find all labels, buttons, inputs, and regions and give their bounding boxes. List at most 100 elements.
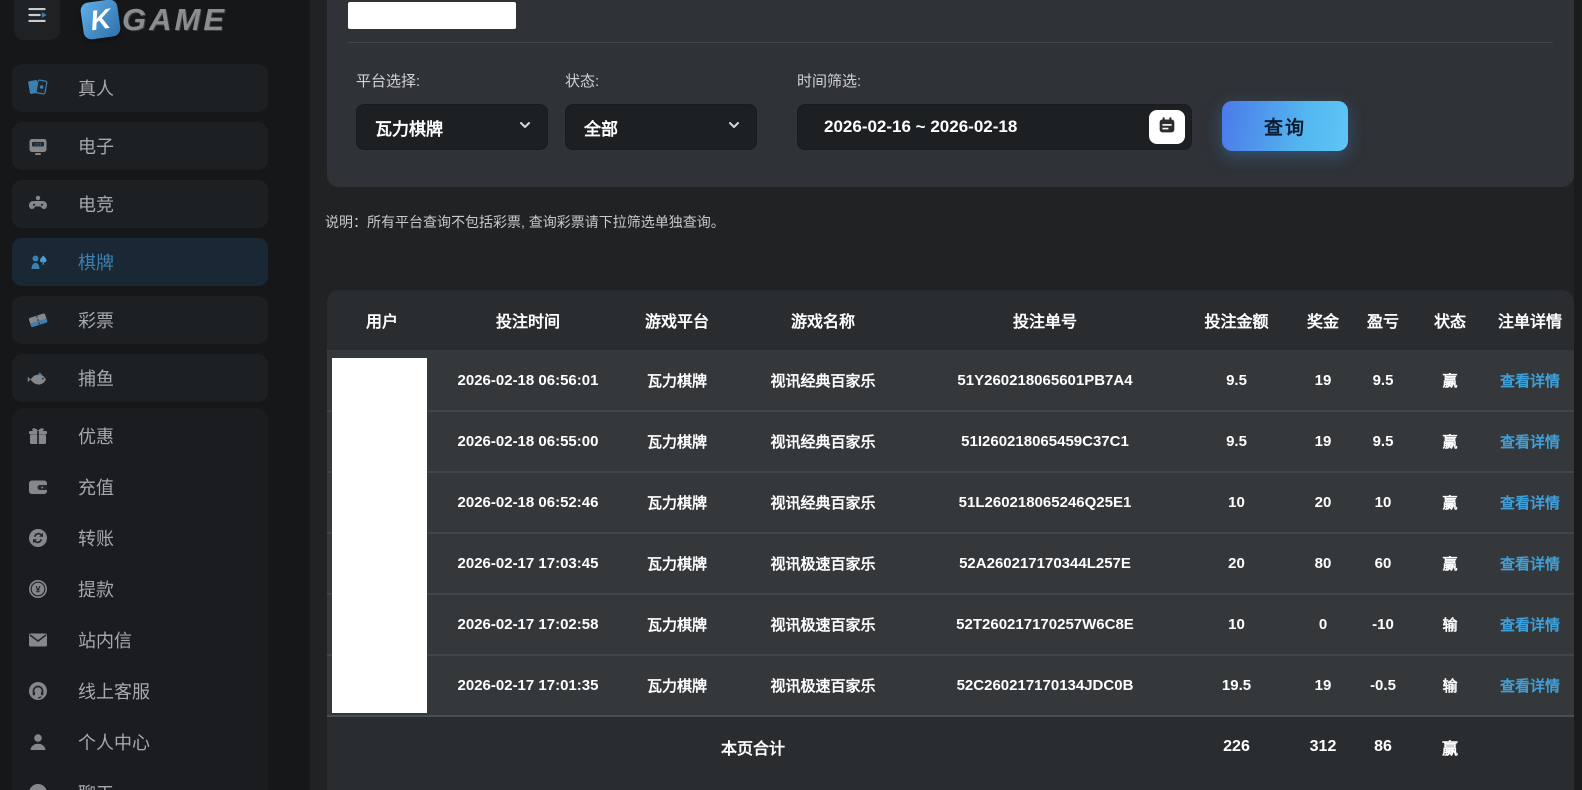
support-icon [26,679,50,703]
table-header-row: 用户 投注时间 游戏平台 游戏名称 投注单号 投注金额 奖金 盈亏 状态 注单详… [327,290,1574,350]
cell-status: 输 [1414,655,1486,716]
col-header-status: 状态 [1414,290,1486,350]
sidebar-item-label: 彩票 [78,307,114,333]
cell-bet-time: 2026-02-18 06:56:01 [437,350,619,411]
sidebar-item-label: 真人 [78,75,114,101]
sidebar-item[interactable]: 充值 [12,461,268,512]
col-header-platform: 游戏平台 [619,290,735,350]
summary-profit: 86 [1352,716,1414,776]
platform-select[interactable]: 瓦力棋牌 [356,104,548,150]
sidebar-item[interactable]: 777 电子 [12,122,268,170]
cards-icon [26,76,50,100]
col-header-user: 用户 [327,290,437,350]
menu-toggle-button[interactable] [14,0,60,40]
cell-amount: 10 [1179,594,1294,655]
sidebar-item[interactable]: 真人 [12,64,268,112]
brand-logo: K GAME [82,1,227,38]
cell-profit: -10 [1352,594,1414,655]
fish-icon [26,366,50,390]
sidebar-item-label: 电子 [78,133,114,159]
sidebar-item-label: 充值 [78,474,114,500]
hamburger-icon [24,2,50,33]
withdraw-icon: ¥ [26,577,50,601]
col-header-prize: 奖金 [1294,290,1352,350]
view-detail-link[interactable]: 查看详情 [1500,678,1560,695]
cell-game: 视讯经典百家乐 [735,472,911,533]
cell-amount: 9.5 [1179,350,1294,411]
col-header-order: 投注单号 [911,290,1179,350]
sidebar-item-label: 聊天 [78,780,114,790]
cell-bet-time: 2026-02-17 17:02:58 [437,594,619,655]
cell-game: 视讯经典百家乐 [735,411,911,472]
col-header-detail: 注单详情 [1486,290,1574,350]
cell-status: 赢 [1414,350,1486,411]
sidebar-item[interactable]: 捕鱼 [12,354,268,402]
table-row: 2026-02-18 06:55:00 瓦力棋牌 视讯经典百家乐 51I2602… [327,411,1574,472]
logo-k-tile: K [80,0,122,40]
cell-game: 视讯经典百家乐 [735,350,911,411]
cell-game: 视讯极速百家乐 [735,533,911,594]
sidebar-item[interactable]: 转账 [12,512,268,563]
calendar-picker-button[interactable] [1149,110,1185,144]
sidebar-item[interactable]: 电竞 [12,180,268,228]
sidebar-item[interactable]: 彩票 [12,296,268,344]
sidebar: K GAME 真人 777 电子 电竞 棋牌 [0,0,310,790]
transfer-icon [26,526,50,550]
sidebar-item[interactable]: 站内信 [12,614,268,665]
sidebar-item[interactable]: ¥ 提款 [12,563,268,614]
cell-amount: 9.5 [1179,411,1294,472]
time-filter-group: 时间筛选: 2026-02-16 ~ 2026-02-18 [797,70,1192,150]
sidebar-item[interactable]: 线上客服 [12,665,268,716]
ticket-icon [26,308,50,332]
cell-game: 视讯极速百家乐 [735,655,911,716]
right-edge-strip [1574,0,1582,790]
cell-profit: 10 [1352,472,1414,533]
view-detail-link[interactable]: 查看详情 [1500,495,1560,512]
sidebar-primary-nav: 真人 777 电子 电竞 棋牌 彩票 捕鱼 [0,64,310,402]
sidebar-item-label: 电竞 [78,191,114,217]
summary-prize: 312 [1294,716,1352,776]
summary-amount: 226 [1179,716,1294,776]
chevron-down-icon [518,117,532,137]
view-detail-link[interactable]: 查看详情 [1500,434,1560,451]
table-row: 2026-02-18 06:56:01 瓦力棋牌 视讯经典百家乐 51Y2602… [327,350,1574,411]
time-label: 时间筛选: [797,70,1192,91]
date-range-input[interactable]: 2026-02-16 ~ 2026-02-18 [797,104,1192,150]
col-header-amount: 投注金额 [1179,290,1294,350]
view-detail-link[interactable]: 查看详情 [1500,617,1560,634]
platform-label: 平台选择: [356,70,548,91]
view-detail-link[interactable]: 查看详情 [1500,556,1560,573]
cell-amount: 20 [1179,533,1294,594]
sidebar-item[interactable]: 棋牌 [12,238,268,286]
cell-bet-time: 2026-02-18 06:55:00 [437,411,619,472]
status-select[interactable]: 全部 [565,104,757,150]
cell-status: 赢 [1414,533,1486,594]
platform-filter-group: 平台选择: 瓦力棋牌 [356,70,548,150]
chat-icon [26,781,50,790]
query-button[interactable]: 查询 [1222,101,1348,151]
sidebar-secondary-nav: 优惠 充值 转账 ¥ 提款 站内信 线上客 [12,408,268,790]
sidebar-item-label: 转账 [78,525,114,551]
cell-platform: 瓦力棋牌 [619,594,735,655]
col-header-bet-time: 投注时间 [437,290,619,350]
query-note: 说明：所有平台查询不包括彩票, 查询彩票请下拉筛选单独查询。 [325,212,725,232]
cell-bet-time: 2026-02-17 17:01:35 [437,655,619,716]
chevron-down-icon [727,117,741,137]
sidebar-item[interactable]: 个人中心 [12,716,268,767]
summary-status: 赢 [1414,716,1486,776]
profile-icon [26,730,50,754]
sidebar-item[interactable]: 聊天 [12,767,268,790]
table-row: 2026-02-18 06:52:46 瓦力棋牌 视讯经典百家乐 51L2602… [327,472,1574,533]
sidebar-item[interactable]: 优惠 [12,410,268,461]
cell-status: 输 [1414,594,1486,655]
sidebar-item-label: 优惠 [78,423,114,449]
mail-icon [26,628,50,652]
cell-order: 51L260218065246Q25E1 [911,472,1179,533]
bet-records-table: 用户 投注时间 游戏平台 游戏名称 投注单号 投注金额 奖金 盈亏 状态 注单详… [327,290,1574,776]
svg-text:777: 777 [35,142,42,147]
cell-amount: 19.5 [1179,655,1294,716]
table-row: 2026-02-17 17:03:45 瓦力棋牌 视讯极速百家乐 52A2602… [327,533,1574,594]
cell-platform: 瓦力棋牌 [619,411,735,472]
summary-label: 本页合计 [327,716,1179,776]
view-detail-link[interactable]: 查看详情 [1500,373,1560,390]
